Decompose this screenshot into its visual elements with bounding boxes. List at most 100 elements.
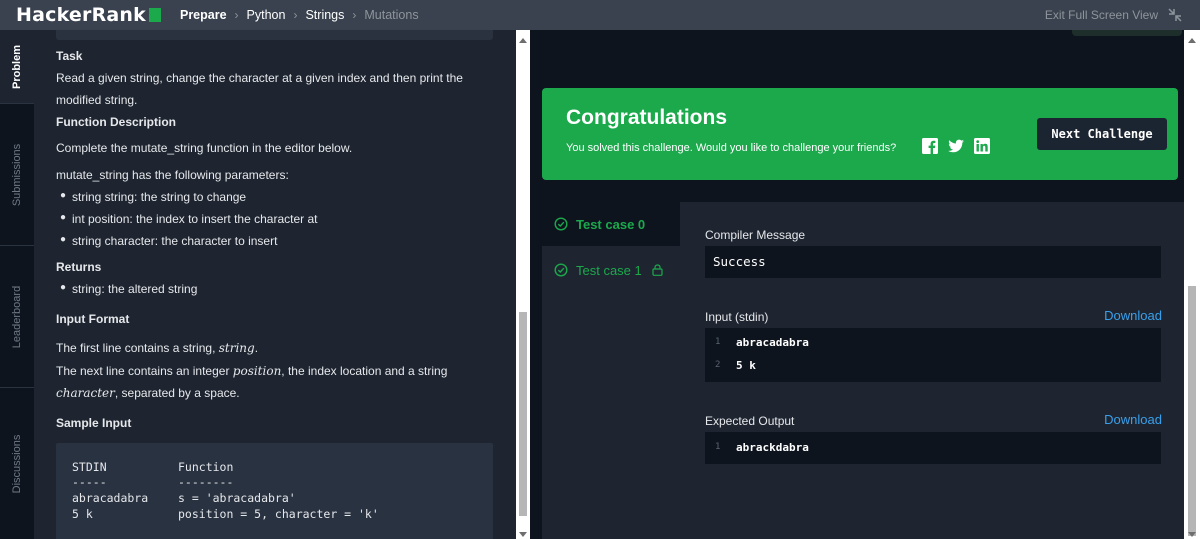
line-number: 1 [715,442,721,452]
input-box: 1 abracadabra 2 5 k [705,328,1161,382]
previous-block-edge [56,30,493,40]
input-line2-prefix: The next line contains an integer [56,364,233,378]
input-line1-suffix: . [254,341,259,355]
function-description-text: Complete the mutate_string function in t… [56,141,353,155]
tab-discussions-label: Discussions [11,434,23,493]
input-format-line3: character, separated by a space. [56,385,240,401]
scroll-up-icon[interactable] [1188,38,1196,43]
tab-problem[interactable]: Problem [0,30,34,104]
input-format-line1: The first line contains a string, string… [56,340,258,356]
task-heading: Task [56,49,83,63]
input-line2-suffix: , the index location and a string [281,364,448,378]
sample-stdin-line: STDIN [72,460,107,474]
linkedin-icon[interactable] [974,138,990,154]
lock-icon [652,264,663,276]
congratulations-banner: Congratulations You solved this challeng… [542,88,1178,180]
input-format-heading: Input Format [56,312,130,326]
chevron-right-icon: › [293,8,298,22]
tab-submissions-label: Submissions [11,143,23,206]
expected-output-label: Expected Output [705,414,795,428]
input-line: 1 abracadabra [705,332,1161,354]
tab-submissions[interactable]: Submissions [0,104,34,246]
sample-function-line: -------- [178,475,234,489]
congratulations-title: Congratulations [566,106,727,129]
math-string: string [218,341,255,355]
breadcrumb: Prepare › Python › Strings › Mutations [180,8,419,22]
param-item: int position: the index to insert the ch… [72,212,318,226]
tab-leaderboard-label: Leaderboard [11,285,23,348]
chevron-right-icon: › [234,8,239,22]
side-tabs: Problem Submissions Leaderboard Discussi… [0,30,34,539]
expected-output-box: 1 abrackdabra [705,432,1161,464]
previous-button-edge [1072,30,1182,36]
twitter-icon[interactable] [948,138,964,154]
returns-heading: Returns [56,260,102,274]
sample-function-line: s = 'abracadabra' [178,491,296,505]
top-header: HackerRank Prepare › Python › Strings › … [0,0,1200,30]
scroll-down-icon[interactable] [519,532,527,537]
logo-text: HackerRank [16,4,146,26]
download-expected-link[interactable]: Download [1104,412,1162,427]
input-format-line2: The next line contains an integer positi… [56,363,447,379]
scrollbar-thumb[interactable] [1188,286,1196,536]
returns-item: string: the altered string [72,282,198,296]
breadcrumb-mutations: Mutations [364,8,419,22]
chevron-right-icon: › [352,8,357,22]
input-line3-suffix: , separated by a space. [114,386,240,400]
scroll-up-icon[interactable] [519,38,527,43]
tab-leaderboard[interactable]: Leaderboard [0,246,34,388]
exit-fullscreen-icon[interactable] [1168,8,1182,22]
bullet-icon: ● [60,234,67,245]
compiler-message-value: Success [713,254,766,269]
test-case-label: Test case 1 [576,262,642,278]
logo-square-icon [148,8,161,22]
test-case-details: Compiler Message Success Input (stdin) D… [680,202,1184,539]
sample-stdin-line: ----- [72,475,107,489]
task-text-line2: modified string. [56,93,138,107]
facebook-icon[interactable] [922,138,938,154]
line-value: 5 k [736,359,756,372]
math-position: position [232,364,282,378]
scroll-down-icon[interactable] [1188,532,1196,537]
problem-statement: Task Read a given string, change the cha… [34,30,516,539]
line-number: 1 [715,337,721,347]
bullet-icon: ● [60,190,67,201]
sample-stdin-line: 5 k [72,507,93,521]
test-case-list: Test case 0 Test case 1 [542,202,680,539]
congratulations-message: You solved this challenge. Would you lik… [566,142,897,154]
math-character: character [56,386,115,400]
breadcrumb-strings[interactable]: Strings [305,8,344,22]
input-label: Input (stdin) [705,310,769,324]
param-item: string string: the string to change [72,190,247,204]
tab-problem-label: Problem [11,44,23,89]
bullet-icon: ● [60,212,67,223]
sample-function-line: position = 5, character = 'k' [178,507,379,521]
scrollbar-thumb[interactable] [519,312,527,516]
parameters-intro: mutate_string has the following paramete… [56,168,289,182]
function-description-heading: Function Description [56,115,176,129]
results-scrollbar[interactable] [1184,30,1200,539]
param-item: string character: the character to inser… [72,234,278,248]
download-input-link[interactable]: Download [1104,308,1162,323]
hackerrank-logo[interactable]: HackerRank [16,4,161,26]
line-value: abrackdabra [736,441,809,454]
input-line: 2 5 k [705,355,1161,377]
check-circle-icon [554,263,568,277]
test-case-label: Test case 0 [576,216,646,232]
exit-fullscreen-link[interactable]: Exit Full Screen View [1045,8,1158,22]
test-case-tab-0[interactable]: Test case 0 [542,202,680,246]
tab-discussions[interactable]: Discussions [0,388,34,539]
test-case-tab-1[interactable]: Test case 1 [542,248,680,292]
breadcrumb-python[interactable]: Python [247,8,286,22]
results-panel: Congratulations You solved this challeng… [536,30,1184,539]
sample-function-line: Function [178,460,234,474]
compiler-message-label: Compiler Message [705,228,806,242]
line-number: 2 [715,360,721,370]
sample-input-heading: Sample Input [56,416,132,430]
problem-scrollbar[interactable] [516,30,530,539]
bullet-icon: ● [60,282,67,293]
sample-stdin-line: abracadabra [72,491,149,505]
next-challenge-button[interactable]: Next Challenge [1037,118,1167,150]
breadcrumb-prepare[interactable]: Prepare [180,8,227,22]
check-circle-icon [554,217,568,231]
